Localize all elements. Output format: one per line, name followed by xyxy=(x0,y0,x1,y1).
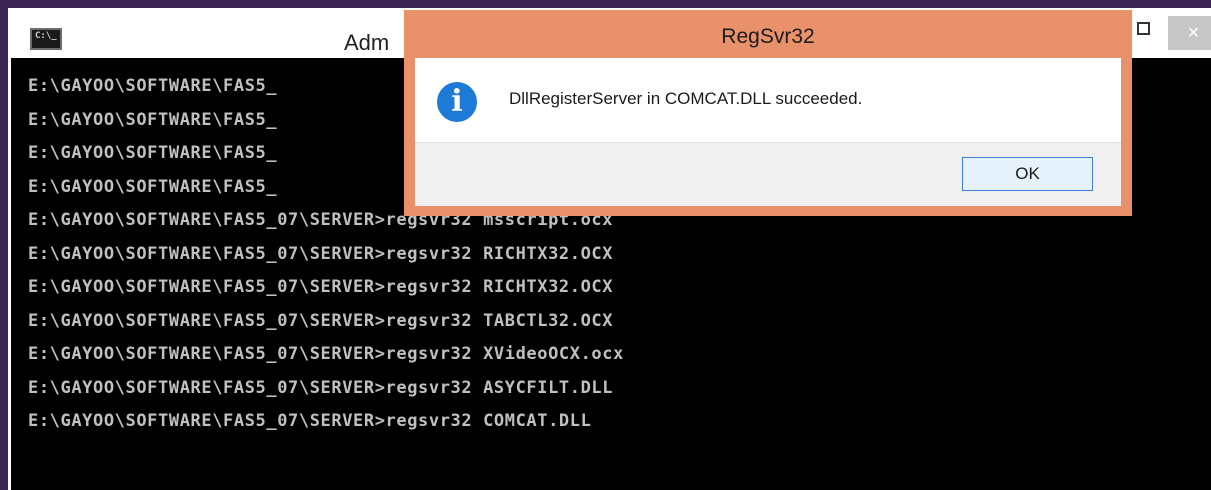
console-line: E:\GAYOO\SOFTWARE\FAS5_07\SERVER>regsvr3… xyxy=(28,277,614,297)
info-icon: i xyxy=(437,82,477,122)
console-line: E:\GAYOO\SOFTWARE\FAS5_07\SERVER>regsvr3… xyxy=(28,411,592,431)
dialog-content: i DllRegisterServer in COMCAT.DLL succee… xyxy=(415,58,1121,142)
console-line: E:\GAYOO\SOFTWARE\FAS5_07\SERVER>regsvr3… xyxy=(28,243,614,264)
console-line: E:\GAYOO\SOFTWARE\FAS5_07\SERVER>regsvr3… xyxy=(28,310,614,331)
dialog-title[interactable]: RegSvr32 xyxy=(404,10,1132,58)
console-title: Adm xyxy=(344,30,390,55)
console-line: E:\GAYOO\SOFTWARE\FAS5_07\SERVER>regsvr3… xyxy=(28,344,624,364)
dialog-message: DllRegisterServer in COMCAT.DLL succeede… xyxy=(509,89,863,108)
close-button[interactable]: × xyxy=(1168,16,1211,50)
console-icon-glyph: C:\_ xyxy=(35,31,57,41)
ok-button[interactable]: OK xyxy=(962,157,1093,191)
dialog-footer: OK xyxy=(415,142,1121,206)
restore-button[interactable] xyxy=(1137,22,1150,35)
console-line: E:\GAYOO\SOFTWARE\FAS5_07\SERVER>regsvr3… xyxy=(28,377,614,398)
console-window-icon[interactable]: C:\_ xyxy=(30,28,62,50)
regsvr32-dialog: RegSvr32 i DllRegisterServer in COMCAT.D… xyxy=(404,10,1132,216)
console-left-border xyxy=(8,58,11,490)
